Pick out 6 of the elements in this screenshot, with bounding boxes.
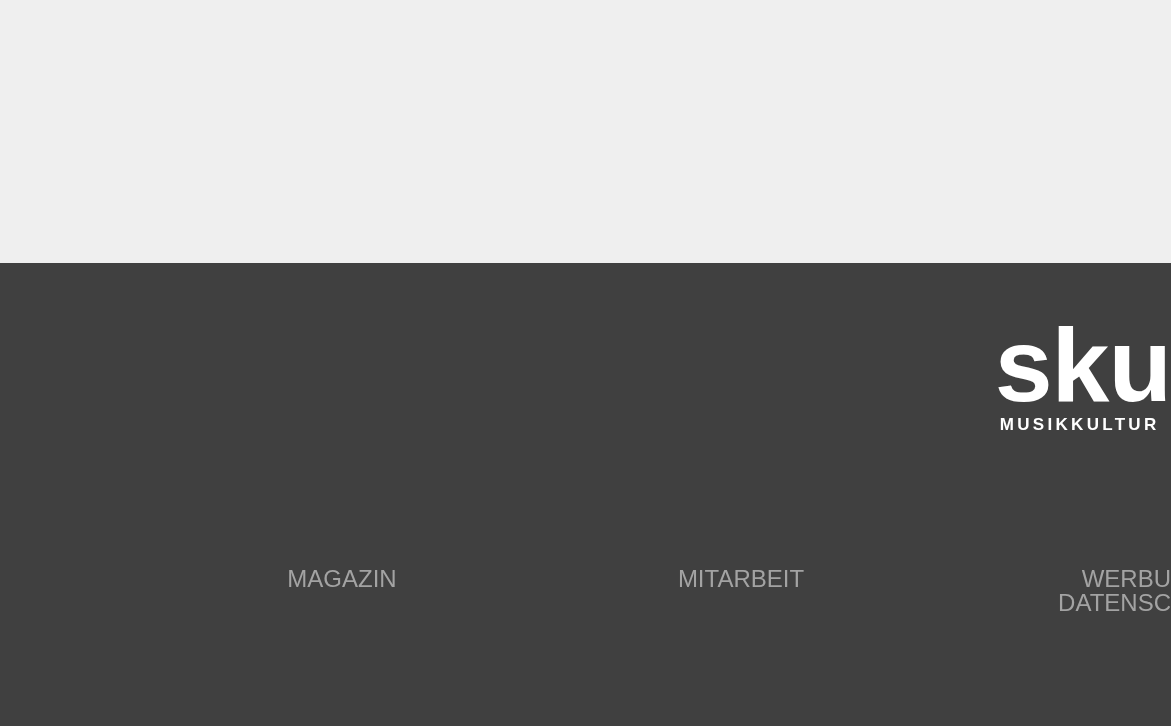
footer-link[interactable]: MITARBEIT xyxy=(541,567,941,591)
footer-link[interactable]: DATENSC xyxy=(941,591,1171,615)
logo-wordmark: sku xyxy=(994,315,1171,415)
footer-link[interactable]: MAGAZIN xyxy=(142,567,542,591)
logo-tagline: MUSIKKULTUR xyxy=(999,415,1160,435)
footer-link[interactable]: WERBU xyxy=(941,567,1171,591)
